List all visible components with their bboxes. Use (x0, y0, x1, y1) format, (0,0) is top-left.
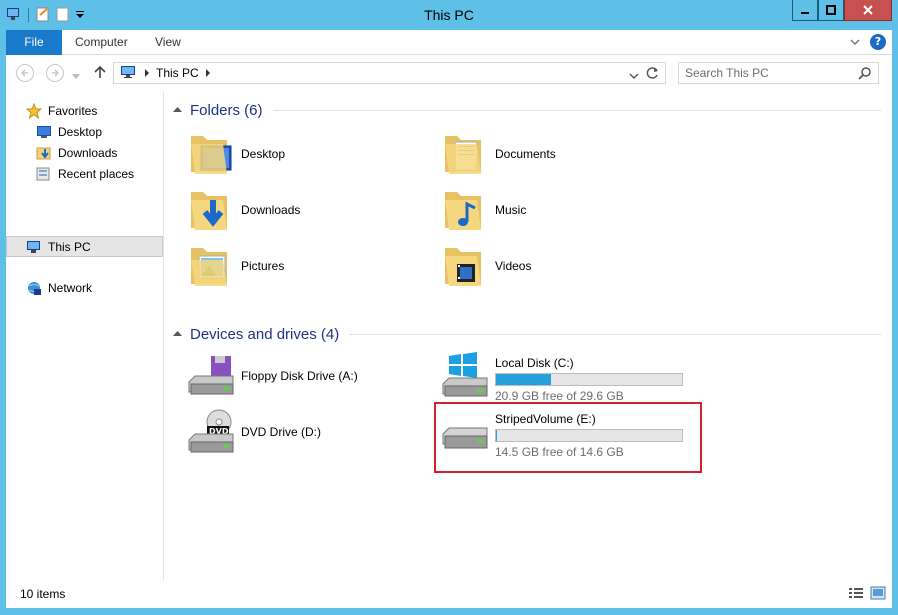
window-body: File Computer View ? This PC Search This… (6, 30, 892, 608)
expand-ribbon-icon[interactable] (850, 35, 860, 49)
floppy-drive-icon (187, 352, 235, 400)
minimize-icon (801, 12, 809, 14)
music-folder-icon (441, 186, 489, 234)
devices-header-label: Devices and drives (4) (190, 326, 340, 343)
up-arrow-icon[interactable] (94, 65, 106, 82)
recent-places-icon (36, 166, 52, 182)
nav-network[interactable]: Network (26, 278, 92, 298)
nav-favorites[interactable]: Favorites (26, 101, 97, 121)
nav-item-desktop[interactable]: Desktop (36, 122, 102, 142)
drive-local-disk-c[interactable]: Local Disk (C:) 20.9 GB free of 29.6 GB (441, 352, 683, 403)
title-bar: This PC (0, 0, 898, 30)
folders-group-header[interactable]: Folders (6) (173, 102, 881, 119)
address-bar[interactable]: This PC (113, 62, 666, 84)
downloads-folder-icon (187, 186, 235, 234)
search-icon[interactable] (858, 66, 872, 86)
dvd-drive-icon: DVD (187, 408, 235, 456)
nav-item-label: Recent places (58, 167, 135, 181)
navigation-bar: This PC Search This PC (6, 55, 892, 91)
item-count: 10 items (20, 587, 66, 601)
star-icon (26, 103, 42, 119)
folder-label: Downloads (241, 203, 301, 217)
folder-videos[interactable]: Videos (441, 239, 531, 293)
drive-label: Floppy Disk Drive (A:) (241, 369, 358, 383)
nav-this-pc[interactable]: This PC (6, 236, 163, 257)
explorer-window: This PC File Computer View ? This PC Sea… (0, 0, 898, 615)
folder-label: Documents (495, 147, 556, 161)
folder-pictures[interactable]: Pictures (187, 239, 284, 293)
pictures-folder-icon (187, 242, 235, 290)
drive-label: DVD Drive (D:) (241, 425, 321, 439)
recent-locations-icon[interactable] (72, 69, 80, 83)
this-pc-icon (26, 239, 42, 255)
drive-free-space: 20.9 GB free of 29.6 GB (495, 389, 624, 403)
large-icons-view-icon[interactable] (870, 586, 886, 603)
search-placeholder: Search This PC (685, 66, 769, 80)
maximize-button[interactable] (818, 0, 844, 21)
address-dropdown-icon[interactable] (629, 69, 639, 83)
windows-drive-icon (441, 352, 489, 400)
forward-arrow-icon (52, 69, 60, 77)
nav-this-pc-label: This PC (48, 239, 91, 254)
folder-desktop[interactable]: Desktop (187, 127, 285, 181)
content-pane: Folders (6) Desktop Documents Downloads … (165, 91, 892, 581)
maximize-icon (826, 5, 836, 15)
videos-folder-icon (441, 242, 489, 290)
collapse-chevron-icon[interactable] (173, 106, 182, 116)
refresh-icon[interactable] (646, 66, 660, 83)
folder-documents[interactable]: Documents (441, 127, 556, 181)
nav-item-label: Downloads (58, 146, 118, 160)
breadcrumb-this-pc[interactable]: This PC (156, 66, 199, 80)
folder-label: Music (495, 203, 527, 217)
close-button[interactable] (844, 0, 892, 21)
collapse-chevron-icon[interactable] (173, 330, 182, 340)
folder-label: Desktop (241, 147, 286, 161)
minimize-button[interactable] (792, 0, 818, 21)
folder-music[interactable]: Music (441, 183, 526, 237)
folder-label: Pictures (241, 259, 285, 273)
forward-button[interactable] (46, 64, 64, 82)
nav-item-recent-places[interactable]: Recent places (36, 164, 134, 184)
tab-file[interactable]: File (6, 30, 62, 55)
drive-floppy[interactable]: Floppy Disk Drive (A:) (187, 349, 358, 403)
back-arrow-icon (20, 69, 28, 77)
desktop-icon (36, 124, 52, 140)
navigation-pane: Favorites Desktop Downloads Recent place… (6, 91, 164, 581)
search-input[interactable]: Search This PC (678, 62, 879, 84)
tab-view[interactable]: View (155, 30, 181, 55)
ribbon-tabs: File Computer View ? (6, 30, 892, 55)
tab-computer[interactable]: Computer (75, 30, 128, 55)
window-title: This PC (424, 7, 474, 23)
folder-label: Videos (495, 259, 532, 273)
close-icon (863, 5, 873, 15)
nav-item-downloads[interactable]: Downloads (36, 143, 117, 163)
breadcrumb-arrow-icon[interactable] (144, 66, 150, 80)
drive-dvd[interactable]: DVD DVD Drive (D:) (187, 405, 321, 459)
desktop-folder-icon (187, 130, 235, 178)
breadcrumb-arrow-icon[interactable] (205, 66, 211, 80)
nav-item-label: Desktop (58, 125, 103, 139)
this-pc-icon (120, 65, 138, 82)
nav-network-label: Network (48, 281, 93, 295)
folder-downloads[interactable]: Downloads (187, 183, 300, 237)
network-icon (26, 280, 42, 296)
drive-usage-fill (496, 374, 551, 385)
selection-highlight-box (434, 402, 702, 473)
drive-usage-bar (495, 373, 683, 386)
status-bar: 10 items (6, 581, 892, 608)
downloads-icon (36, 145, 52, 161)
back-button[interactable] (16, 64, 34, 82)
folders-header-label: Folders (6) (190, 102, 263, 119)
devices-group-header[interactable]: Devices and drives (4) (173, 326, 881, 343)
help-icon[interactable]: ? (870, 34, 886, 50)
details-view-icon[interactable] (848, 586, 864, 603)
drive-name: Local Disk (C:) (495, 356, 574, 370)
nav-favorites-label: Favorites (48, 104, 98, 118)
documents-folder-icon (441, 130, 489, 178)
